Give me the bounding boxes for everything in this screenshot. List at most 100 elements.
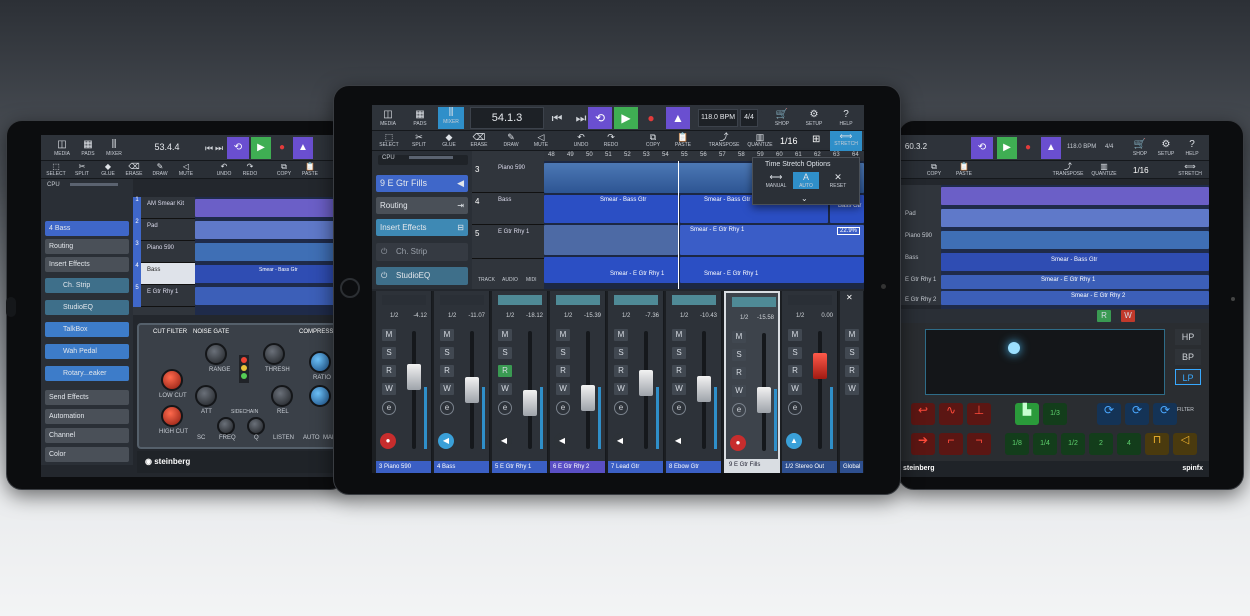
range-knob[interactable] bbox=[205, 343, 227, 365]
mute-button[interactable]: M bbox=[788, 329, 802, 341]
center-pads-button[interactable]: ▦ PADS bbox=[408, 109, 432, 127]
left-insert-5[interactable]: Rotary...eaker bbox=[45, 366, 129, 381]
popup-chevron-down-icon[interactable]: ⌄ bbox=[801, 194, 808, 203]
write-button[interactable]: W bbox=[440, 383, 454, 395]
pan-value[interactable]: 1/2 bbox=[506, 313, 514, 319]
tool-stretch[interactable]: ⟺ STRETCH bbox=[830, 131, 862, 151]
tool-select[interactable]: ⬚ SELECT bbox=[376, 132, 402, 148]
tool-redo[interactable]: ↷ REDO bbox=[598, 132, 624, 148]
close-mixer-icon[interactable]: ✕ bbox=[846, 293, 853, 302]
left-pads-button[interactable]: ▦ PADS bbox=[77, 139, 99, 157]
center-home-button[interactable] bbox=[340, 278, 360, 298]
left-clip-pad[interactable] bbox=[195, 221, 347, 239]
right-tool-transpose[interactable]: ⤴ TRANSPOSE bbox=[1051, 162, 1085, 177]
pan-value[interactable]: 1/2 bbox=[390, 313, 398, 319]
edit-channel-icon[interactable]: e bbox=[732, 403, 746, 417]
left-insert-1[interactable]: Ch. Strip bbox=[45, 278, 129, 293]
tool-erase[interactable]: ⌫ ERASE bbox=[466, 132, 492, 148]
right-play-button[interactable]: ▶ bbox=[997, 137, 1017, 159]
center-help-button[interactable]: ? HELP bbox=[834, 109, 858, 127]
right-clip-5[interactable]: Smear - E Gtr Rhy 1 bbox=[941, 275, 1209, 289]
center-insert-effects-item[interactable]: Insert Effects ⊟ bbox=[376, 219, 468, 236]
left-tool-split[interactable]: ✂ SPLIT bbox=[69, 162, 95, 177]
right-tool-quantize[interactable]: ▥ QUANTIZE bbox=[1087, 162, 1121, 177]
read-button[interactable]: R bbox=[498, 365, 512, 377]
mute-button[interactable]: M bbox=[382, 329, 396, 341]
write-button[interactable]: W bbox=[672, 383, 686, 395]
solo-button[interactable]: S bbox=[732, 349, 746, 361]
left-track-1[interactable]: 1 AM Smear Kit bbox=[133, 197, 195, 219]
fader-cap[interactable] bbox=[697, 376, 711, 402]
edit-channel-icon[interactable]: e bbox=[614, 401, 628, 415]
right-clip-6[interactable]: Smear - E Gtr Rhy 2 bbox=[941, 291, 1209, 305]
clip-gtr-1[interactable] bbox=[544, 225, 678, 255]
center-insert-studioeq[interactable]: ⏻ StudioEQ bbox=[376, 267, 468, 285]
center-track-header[interactable]: 9 E Gtr Fills ◀ bbox=[376, 175, 468, 192]
center-track-5[interactable]: 5 E Gtr Rhy 1 bbox=[472, 225, 544, 259]
bp-button[interactable]: BP bbox=[1175, 349, 1201, 365]
center-record-button[interactable]: ● bbox=[640, 107, 662, 129]
tool-undo[interactable]: ↶ UNDO bbox=[568, 132, 594, 148]
left-track-4[interactable]: 4 Bass bbox=[133, 263, 195, 285]
channel-name[interactable]: 1/2 Stereo Out bbox=[782, 461, 837, 473]
left-color-item[interactable]: Color bbox=[45, 447, 129, 462]
center-cycle-button[interactable]: ⟲ bbox=[588, 107, 612, 129]
left-clip-kit[interactable] bbox=[195, 199, 347, 217]
right-record-button[interactable]: ● bbox=[1019, 137, 1037, 159]
fx-pad-arrow[interactable]: ➔ bbox=[911, 433, 935, 455]
grid-value[interactable]: 1/16 bbox=[780, 136, 798, 146]
right-tempo[interactable]: 118.0 BPM bbox=[1067, 144, 1096, 150]
write-button[interactable]: W bbox=[614, 383, 628, 395]
playhead[interactable] bbox=[678, 161, 679, 289]
right-track-name-5[interactable]: E Gtr Rhy 2 bbox=[905, 297, 936, 303]
volume-value[interactable]: -4.12 bbox=[413, 313, 427, 319]
channel-name[interactable]: 9 E Gtr Fills bbox=[726, 459, 778, 471]
right-metronome-button[interactable]: ▲ bbox=[1041, 137, 1061, 159]
stereo-out-icon[interactable]: ▲ bbox=[786, 433, 802, 449]
right-clip-1[interactable] bbox=[941, 187, 1209, 205]
global-s-button[interactable]: S bbox=[845, 347, 859, 359]
center-routing-item[interactable]: Routing ⇥ bbox=[376, 197, 468, 214]
left-tool-glue[interactable]: ◆ GLUE bbox=[95, 162, 121, 177]
pan-value[interactable]: 1/2 bbox=[564, 313, 572, 319]
q-knob[interactable] bbox=[247, 417, 265, 435]
tool-quantize[interactable]: ▥ QUANTIZE bbox=[742, 132, 778, 148]
left-track-3[interactable]: 3 Piano 590 bbox=[133, 241, 195, 263]
solo-button[interactable]: S bbox=[672, 347, 686, 359]
xy-pad[interactable] bbox=[925, 329, 1165, 395]
volume-value[interactable]: -15.39 bbox=[584, 313, 601, 319]
mute-button[interactable]: M bbox=[440, 329, 454, 341]
edit-channel-icon[interactable]: e bbox=[498, 401, 512, 415]
left-insert-4[interactable]: Wah Pedal bbox=[45, 344, 129, 359]
right-cycle-button[interactable]: ⟲ bbox=[971, 137, 993, 159]
right-r-button[interactable]: R bbox=[1097, 310, 1111, 322]
center-insert-chstrip[interactable]: ⏻ Ch. Strip bbox=[376, 243, 468, 261]
left-automation-item[interactable]: Automation bbox=[45, 409, 129, 424]
left-media-button[interactable]: ◫ MEDIA bbox=[51, 139, 73, 157]
right-tool-stretch[interactable]: ⟺ STRETCH bbox=[1173, 162, 1207, 177]
hp-button[interactable]: HP bbox=[1175, 329, 1201, 345]
add-track-button[interactable]: TRACK bbox=[478, 277, 495, 283]
left-tool-undo[interactable]: ↶ UNDO bbox=[211, 162, 237, 177]
fx-pad-4[interactable]: 4 bbox=[1117, 433, 1141, 455]
grid-icon[interactable]: ⊞ bbox=[812, 134, 820, 145]
right-track-name-1[interactable]: Pad bbox=[905, 211, 916, 217]
left-clip-piano[interactable] bbox=[195, 243, 347, 261]
volume-value[interactable]: -18.12 bbox=[526, 313, 543, 319]
center-mixer-button[interactable]: ⫼ MIXER bbox=[438, 107, 464, 129]
right-setup-button[interactable]: ⚙ SETUP bbox=[1155, 139, 1177, 157]
write-button[interactable]: W bbox=[498, 383, 512, 395]
center-track-4[interactable]: 4 Bass bbox=[472, 193, 544, 225]
left-send-effects-item[interactable]: Send Effects bbox=[45, 390, 129, 405]
left-insert-effects-item[interactable]: Insert Effects bbox=[45, 257, 129, 272]
read-button[interactable]: R bbox=[556, 365, 570, 377]
left-tool-select[interactable]: ⬚ SELECT bbox=[43, 162, 69, 177]
solo-button[interactable]: S bbox=[440, 347, 454, 359]
add-audio-button[interactable]: AUDIO bbox=[502, 277, 518, 283]
left-tool-draw[interactable]: ✎ DRAW bbox=[147, 162, 173, 177]
right-shop-button[interactable]: 🛒 SHOP bbox=[1129, 139, 1151, 157]
left-tool-mute[interactable]: ◁ MUTE bbox=[173, 162, 199, 177]
fx-pad-1-4[interactable]: 1/4 bbox=[1033, 433, 1057, 455]
edit-channel-icon[interactable]: e bbox=[382, 401, 396, 415]
mute-button[interactable]: M bbox=[614, 329, 628, 341]
